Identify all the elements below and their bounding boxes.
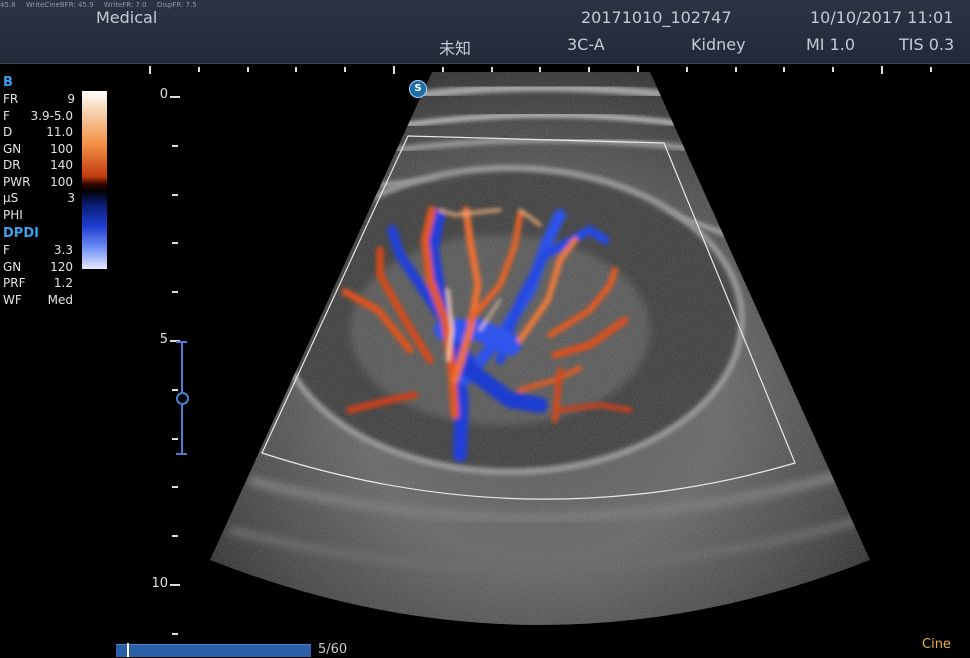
param-row: PRF 1.2 xyxy=(3,276,113,293)
param-value: 9 xyxy=(67,92,75,106)
color-map-bar xyxy=(82,91,107,269)
depth-tick xyxy=(172,437,178,440)
cine-cursor[interactable] xyxy=(127,643,129,657)
param-value: 3.9-5.0 xyxy=(30,108,74,123)
depth-tick xyxy=(172,535,178,538)
focus-cap xyxy=(176,341,187,343)
depth-label: 10 xyxy=(151,576,168,591)
param-key: DR xyxy=(3,158,21,172)
param-key: WF xyxy=(3,292,22,307)
param-key: D xyxy=(3,125,13,139)
param-key: PWR xyxy=(3,174,31,189)
bmode-title: B xyxy=(3,75,13,90)
depth-tick xyxy=(172,291,178,294)
cine-progress-bar[interactable] xyxy=(116,644,311,657)
param-value: 11.0 xyxy=(46,125,73,139)
depth-label: 0 xyxy=(159,87,168,102)
depth-tick xyxy=(172,632,178,635)
depth-tick xyxy=(172,242,178,245)
focus-handle-icon[interactable] xyxy=(176,392,189,405)
param-key: F xyxy=(3,108,10,123)
param-key: F xyxy=(3,243,10,257)
depth-tick xyxy=(172,388,178,391)
param-value: 1.2 xyxy=(53,276,73,290)
orientation-marker: S xyxy=(409,80,427,98)
param-value: 120 xyxy=(50,259,73,274)
cine-frame-counter: 5/60 xyxy=(318,642,348,657)
param-row: WF Med xyxy=(3,293,113,310)
cine-label: Cine xyxy=(922,637,951,652)
param-key: μS xyxy=(3,191,19,205)
ultrasound-image xyxy=(210,72,870,625)
depth-scale: 0 5 10 xyxy=(150,80,190,640)
focus-marker[interactable] xyxy=(176,341,189,455)
depth-tick xyxy=(172,144,178,147)
depth-tick xyxy=(172,486,178,489)
param-key: PHI xyxy=(3,207,23,222)
param-value: 140 xyxy=(50,158,73,172)
depth-tick xyxy=(170,584,180,586)
depth-tick xyxy=(172,193,178,196)
param-value: Med xyxy=(47,292,73,307)
param-key: FR xyxy=(3,92,19,106)
depth-label: 5 xyxy=(159,332,168,347)
depth-tick xyxy=(170,96,180,98)
focus-cap xyxy=(176,453,187,455)
param-value: 3 xyxy=(67,191,75,205)
param-value: 100 xyxy=(50,174,73,189)
param-value: 3.3 xyxy=(53,243,73,257)
param-key: GN xyxy=(3,141,22,156)
param-value: 100 xyxy=(50,141,73,156)
param-key: PRF xyxy=(3,276,26,290)
param-key: GN xyxy=(3,259,22,274)
